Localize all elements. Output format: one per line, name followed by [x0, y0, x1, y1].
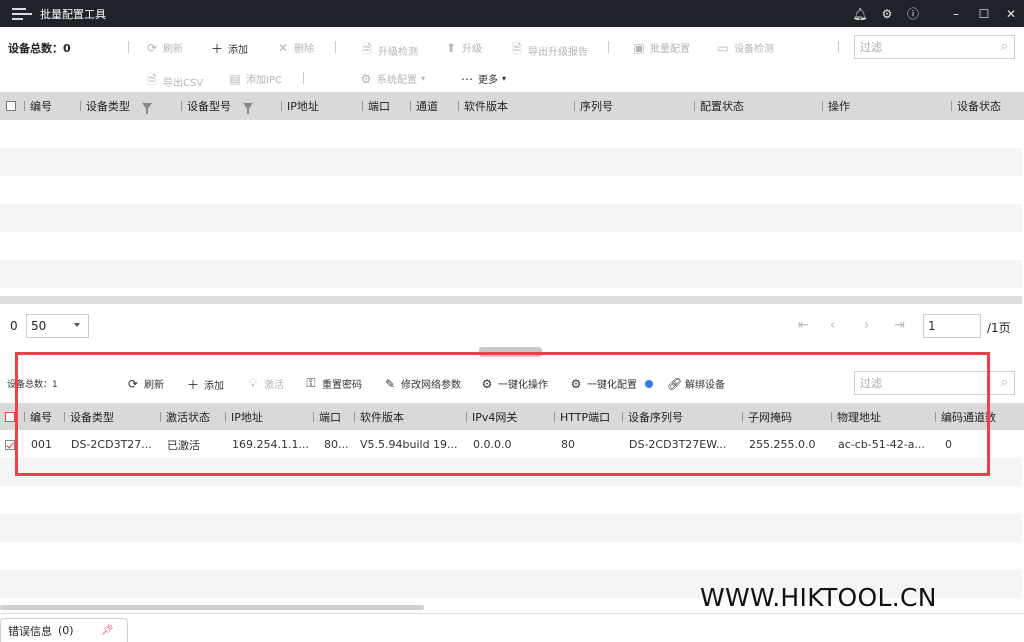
settings-gear-icon[interactable]: ⚙	[876, 0, 898, 27]
app-logo-icon	[12, 7, 32, 21]
table-row	[0, 120, 1022, 148]
search-icon: ⌕	[1000, 39, 1008, 54]
highlight-box	[15, 352, 990, 476]
device-check-button[interactable]: ▭ 设备检测	[716, 40, 774, 56]
export-csv-icon: 🗎︎	[147, 73, 157, 87]
table-row	[0, 148, 1022, 176]
select-all-checkbox[interactable]	[0, 92, 16, 120]
col-device-model[interactable]: 设备型号	[181, 92, 253, 120]
export-doc-icon: 🗎︎	[512, 42, 522, 56]
filter-funnel-icon[interactable]	[243, 102, 253, 114]
page-total: /1页	[987, 321, 1011, 335]
col-ip-address[interactable]: IP地址	[281, 92, 319, 120]
top-toolbar: 设备总数：0 ⟳ 刷新 ＋添加 ✕ 删除 🗎︎ 升级检测 ⬆ 升级 🗎︎ 导出升级报告 ▣…	[0, 27, 1024, 91]
title-bar: 批量配置工具 🔔︎ ⚙ ⓘ – ☐ ✕	[0, 0, 1024, 27]
batch-config-icon: ▣	[633, 40, 645, 55]
info-icon[interactable]: ⓘ	[902, 0, 924, 27]
checkmark-icon	[5, 439, 15, 450]
plus-icon: ＋	[210, 42, 223, 56]
upgrade-check-button[interactable]: 🗎︎ 升级检测	[360, 40, 418, 61]
export-upgrade-report-button[interactable]: 🗎︎ 导出升级报告	[510, 40, 588, 61]
error-info-tab[interactable]: 错误信息 (0) 📌︎	[0, 618, 128, 642]
first-page-button[interactable]: ⇤	[798, 318, 809, 333]
close-button[interactable]: ✕	[1000, 0, 1022, 27]
col-serial-number[interactable]: 序列号	[574, 92, 613, 120]
minimize-button[interactable]: –	[945, 0, 967, 27]
delete-x-icon: ✕	[277, 40, 289, 55]
delete-button[interactable]: ✕ 删除	[276, 40, 314, 56]
batch-config-button[interactable]: ▣ 批量配置	[632, 40, 690, 56]
top-horizontal-scrollbar[interactable]	[0, 296, 1022, 304]
col-software-version[interactable]: 软件版本	[458, 92, 508, 120]
table-row	[0, 232, 1022, 260]
refresh-icon: ⟳	[146, 40, 158, 55]
chevron-down-icon: ▾	[502, 74, 507, 83]
table-row	[0, 176, 1022, 204]
notification-bell-icon[interactable]: 🔔︎	[849, 0, 871, 27]
upgrade-icon: ⬆	[445, 40, 457, 55]
table-row	[0, 514, 1022, 542]
watermark-text: WWW.HIKTOOL.CN	[700, 583, 937, 612]
chevron-down-icon	[74, 323, 80, 327]
next-page-button[interactable]: ›	[864, 318, 869, 333]
chevron-down-icon: ▾	[421, 74, 426, 83]
col-number[interactable]: 编号	[24, 92, 52, 120]
bottom-bar: 错误信息 (0) 📌︎	[0, 613, 1024, 642]
col-device-type[interactable]: 设备类型	[80, 92, 152, 120]
maximize-button[interactable]: ☐	[973, 0, 995, 27]
bottom-select-all-checkbox[interactable]	[0, 403, 15, 431]
filter-funnel-icon[interactable]	[142, 102, 152, 114]
page-number-input[interactable]: 1	[923, 314, 981, 338]
page-size-select[interactable]: 50	[26, 314, 89, 338]
device-check-icon: ▭	[717, 40, 729, 55]
pin-icon[interactable]: 📌︎	[101, 625, 114, 636]
upgrade-button[interactable]: ⬆ 升级	[444, 40, 482, 56]
export-csv-button[interactable]: 🗎︎ 导出CSV	[145, 71, 203, 92]
table-row	[0, 542, 1022, 570]
doc-check-icon: 🗎︎	[362, 42, 372, 56]
col-operation[interactable]: 操作	[822, 92, 850, 120]
top-filter-input[interactable]: 过滤 ⌕	[854, 35, 1015, 59]
system-config-dropdown[interactable]: ⚙ 系统配置 ▾	[359, 71, 426, 87]
bottom-horizontal-scrollbar[interactable]	[0, 605, 424, 610]
last-page-button[interactable]: ⇥	[894, 318, 905, 333]
table-row	[0, 260, 1022, 288]
table-row	[0, 204, 1022, 232]
col-device-status[interactable]: 设备状态	[951, 92, 1001, 120]
refresh-button[interactable]: ⟳ 刷新	[145, 40, 183, 56]
col-channel[interactable]: 通道	[410, 92, 438, 120]
add-ipc-button[interactable]: ▤ 添加IPC	[228, 71, 282, 87]
more-dropdown[interactable]: ⋯ 更多 ▾	[460, 71, 507, 87]
pager: 0 50 ⇤ ‹ › ⇥ 1 /1页	[0, 306, 1024, 350]
col-config-status[interactable]: 配置状态	[694, 92, 744, 120]
col-port[interactable]: 端口	[362, 92, 390, 120]
record-count: 0	[10, 319, 18, 333]
add-button[interactable]: ＋添加	[210, 40, 248, 57]
prev-page-button[interactable]: ‹	[830, 318, 835, 333]
device-count: 设备总数：0	[8, 42, 71, 55]
table-row	[0, 486, 1022, 514]
top-table-header: 编号 设备类型 设备型号 IP地址 端口 通道 软件版本 序列号 配置状态 操作…	[0, 92, 1024, 120]
row-checkbox[interactable]	[0, 431, 15, 458]
add-ipc-icon: ▤	[229, 71, 241, 86]
gear-icon: ⚙	[360, 71, 372, 86]
search-icon: ⌕	[1000, 375, 1008, 390]
more-dots-icon: ⋯	[461, 71, 473, 86]
app-title: 批量配置工具	[40, 7, 106, 21]
